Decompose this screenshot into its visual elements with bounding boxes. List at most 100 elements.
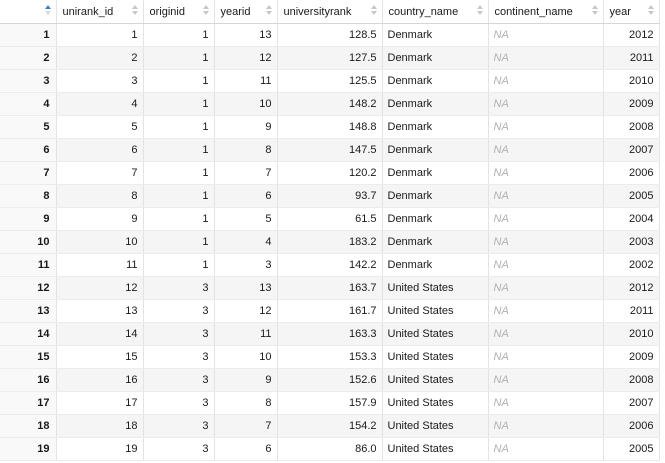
cell-unirank-id: 3 [56, 69, 144, 93]
row-index-header[interactable] [0, 0, 57, 24]
sort-arrows-icon[interactable] [592, 5, 599, 17]
column-header-label: yearid [220, 5, 251, 18]
column-header-continent-name[interactable]: continent_name [488, 0, 604, 24]
column-header-universityrank[interactable]: universityrank [277, 0, 383, 24]
table-row: 4 4 1 10 148.2 Denmark NA 2009 [0, 92, 660, 116]
sort-arrows-icon[interactable] [477, 5, 484, 17]
cell-continent-name: NA [488, 253, 604, 277]
row-index: 9 [0, 207, 57, 231]
column-header-yearid[interactable]: yearid [214, 0, 278, 24]
cell-unirank-id: 12 [56, 276, 144, 300]
cell-yearid: 8 [214, 138, 278, 162]
table-row: 11 11 1 3 142.2 Denmark NA 2002 [0, 253, 660, 277]
cell-country-name: Denmark [382, 230, 489, 254]
row-index: 19 [0, 437, 57, 461]
cell-year: 2006 [603, 161, 660, 185]
cell-unirank-id: 14 [56, 322, 144, 346]
cell-originid: 3 [143, 345, 215, 369]
cell-year: 2007 [603, 391, 660, 415]
cell-originid: 3 [143, 391, 215, 415]
table-row: 19 19 3 6 86.0 United States NA 2005 [0, 437, 660, 461]
row-index: 17 [0, 391, 57, 415]
cell-country-name: United States [382, 414, 489, 438]
cell-yearid: 6 [214, 184, 278, 208]
cell-continent-name: NA [488, 46, 604, 70]
cell-year: 2008 [603, 115, 660, 139]
sort-arrows-icon[interactable] [132, 5, 139, 17]
cell-universityrank: 153.3 [277, 345, 383, 369]
row-index: 12 [0, 276, 57, 300]
header-row: unirank_id originid yearid universityran… [0, 0, 660, 24]
cell-universityrank: 86.0 [277, 437, 383, 461]
cell-yearid: 9 [214, 115, 278, 139]
cell-country-name: United States [382, 276, 489, 300]
sort-arrows-icon[interactable] [203, 5, 210, 17]
cell-yearid: 7 [214, 161, 278, 185]
table-row: 14 14 3 11 163.3 United States NA 2010 [0, 322, 660, 346]
cell-universityrank: 125.5 [277, 69, 383, 93]
column-header-country-name[interactable]: country_name [382, 0, 489, 24]
cell-originid: 1 [143, 207, 215, 231]
sort-arrows-icon[interactable] [266, 5, 273, 17]
cell-year: 2011 [603, 46, 660, 70]
table-row: 15 15 3 10 153.3 United States NA 2009 [0, 345, 660, 369]
cell-year: 2004 [603, 207, 660, 231]
cell-yearid: 10 [214, 92, 278, 116]
cell-year: 2008 [603, 368, 660, 392]
cell-continent-name: NA [488, 368, 604, 392]
cell-unirank-id: 8 [56, 184, 144, 208]
cell-continent-name: NA [488, 115, 604, 139]
row-index: 10 [0, 230, 57, 254]
sort-arrows-icon[interactable] [371, 5, 378, 17]
cell-continent-name: NA [488, 276, 604, 300]
table-row: 16 16 3 9 152.6 United States NA 2008 [0, 368, 660, 392]
sort-arrows-icon[interactable] [44, 5, 51, 17]
cell-universityrank: 128.5 [277, 23, 383, 47]
cell-continent-name: NA [488, 207, 604, 231]
cell-year: 2007 [603, 138, 660, 162]
row-index: 14 [0, 322, 57, 346]
column-header-originid[interactable]: originid [143, 0, 215, 24]
cell-country-name: Denmark [382, 23, 489, 47]
cell-unirank-id: 4 [56, 92, 144, 116]
table-row: 13 13 3 12 161.7 United States NA 2011 [0, 299, 660, 323]
column-header-label: universityrank [283, 5, 352, 18]
table-header: unirank_id originid yearid universityran… [0, 0, 660, 24]
cell-originid: 1 [143, 69, 215, 93]
cell-continent-name: NA [488, 391, 604, 415]
cell-originid: 1 [143, 138, 215, 162]
cell-universityrank: 163.3 [277, 322, 383, 346]
row-index: 7 [0, 161, 57, 185]
cell-yearid: 11 [214, 322, 278, 346]
cell-year: 2012 [603, 23, 660, 47]
cell-originid: 3 [143, 368, 215, 392]
column-header-year[interactable]: year [603, 0, 660, 24]
row-index: 8 [0, 184, 57, 208]
row-index: 1 [0, 23, 57, 47]
cell-year: 2011 [603, 299, 660, 323]
sort-arrows-icon[interactable] [648, 5, 655, 17]
cell-originid: 3 [143, 276, 215, 300]
cell-unirank-id: 17 [56, 391, 144, 415]
cell-originid: 1 [143, 23, 215, 47]
cell-unirank-id: 11 [56, 253, 144, 277]
cell-country-name: United States [382, 368, 489, 392]
cell-continent-name: NA [488, 138, 604, 162]
column-header-label: country_name [388, 5, 459, 18]
cell-universityrank: 157.9 [277, 391, 383, 415]
cell-originid: 3 [143, 299, 215, 323]
cell-continent-name: NA [488, 184, 604, 208]
cell-unirank-id: 6 [56, 138, 144, 162]
data-viewer-grid: unirank_id originid yearid universityran… [0, 0, 665, 463]
cell-unirank-id: 16 [56, 368, 144, 392]
cell-country-name: Denmark [382, 184, 489, 208]
cell-continent-name: NA [488, 69, 604, 93]
cell-yearid: 12 [214, 299, 278, 323]
cell-yearid: 13 [214, 23, 278, 47]
cell-continent-name: NA [488, 322, 604, 346]
cell-originid: 3 [143, 322, 215, 346]
cell-universityrank: 147.5 [277, 138, 383, 162]
cell-unirank-id: 19 [56, 437, 144, 461]
column-header-unirank-id[interactable]: unirank_id [56, 0, 144, 24]
cell-year: 2005 [603, 437, 660, 461]
